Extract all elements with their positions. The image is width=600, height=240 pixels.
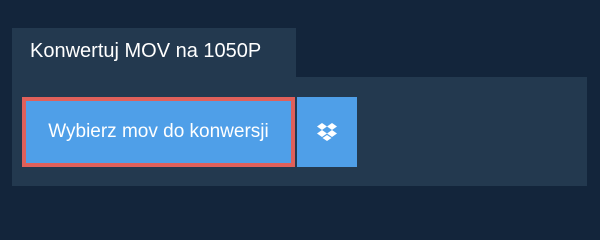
dropbox-button[interactable] xyxy=(297,97,357,167)
tab-title: Konwertuj MOV na 1050P xyxy=(30,40,262,62)
converter-tab: Konwertuj MOV na 1050P xyxy=(12,28,296,77)
choose-file-button[interactable]: Wybierz mov do konwersji xyxy=(22,97,295,167)
dropbox-icon xyxy=(317,123,337,141)
choose-file-label: Wybierz mov do konwersji xyxy=(48,121,269,142)
